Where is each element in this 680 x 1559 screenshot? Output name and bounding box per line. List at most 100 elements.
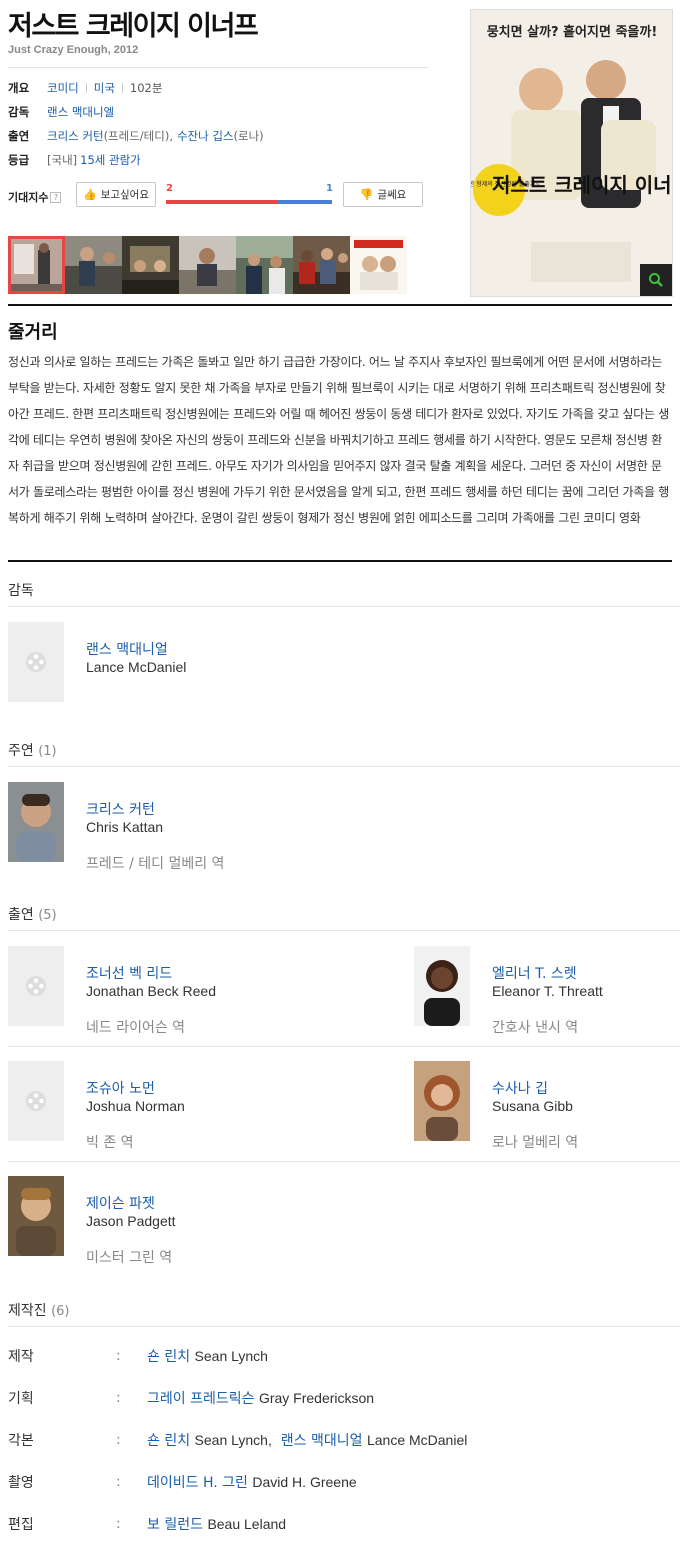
crew-name-link[interactable]: 숀 린치 [147,1433,190,1449]
thumbs-up-icon: 👍 [82,188,97,201]
crew-section-title: 제작진 (6) [8,1303,70,1319]
film-reel-icon [26,652,46,672]
crew-row: 촬영 : 데이비드 H. 그린 David H. Greene [8,1470,672,1494]
meh-button[interactable]: 👎 글쎄요 [343,182,423,207]
zoom-button[interactable] [640,264,672,296]
cast-link-1[interactable]: 크리스 커턴 [47,128,104,144]
separator [85,83,87,93]
crew-row: 편집 : 보 릴런드 Beau Leland [8,1512,672,1536]
help-icon[interactable]: ? [50,191,62,203]
expect-index: 기대지수 ? [8,189,62,205]
film-reel-icon [26,1091,46,1111]
support-card[interactable]: 제이슨 파젯 Jason Padgett 미스터 그린 역 [8,1176,308,1266]
crew-name-link[interactable]: 그레이 프레드릭슨 [147,1391,255,1407]
support-card[interactable]: 조너선 벡 리드 Jonathan Beck Reed 네드 라이어슨 역 [8,946,308,1036]
want-count: 2 [166,183,173,194]
support-card[interactable]: 수사나 깁 Susana Gibb 로나 멀베리 역 [414,1061,674,1151]
director-link[interactable]: 랜스 맥대니엘 [47,104,114,120]
cast-link-2[interactable]: 수잔나 깁스 [177,128,234,144]
crew-name-link[interactable]: 숀 린치 [147,1349,190,1365]
crew-row: 제작 : 숀 린치 Sean Lynch [8,1344,672,1368]
want-button[interactable]: 👍 보고싶어요 [76,182,156,207]
person-name[interactable]: 조너선 벡 리드 [86,963,172,983]
person-role: 로나 멀베리 역 [492,1135,579,1151]
still-thumbnail[interactable] [179,236,236,294]
meh-label: 글쎄요 [377,189,407,201]
crew-name-link[interactable]: 데이비드 H. 그린 [147,1475,248,1491]
crew-colon: : [116,1390,121,1406]
still-thumbnail[interactable] [122,236,179,294]
no-photo-placeholder [8,622,64,702]
crew-colon: : [116,1348,121,1364]
crew-label: 제작 [8,1349,34,1365]
divider [8,606,680,607]
film-reel-icon [26,976,46,996]
person-role: 미스터 그린 역 [86,1250,173,1266]
cast-label: 출연 [8,129,30,143]
person-role: 네드 라이어슨 역 [86,1020,186,1036]
crew-label: 편집 [8,1517,34,1533]
runtime: 102분 [129,81,163,95]
divider [8,1046,680,1047]
lead-section-title: 주연 (1) [8,743,57,759]
cast-role-2: (로나) [233,129,264,143]
person-name-en: Eleanor T. Threatt [492,983,603,999]
movie-poster[interactable]: 뭉치면 살까? 흩어지면 죽을까! 수상한 형제의 정신병원 탈출기~ 저스트 … [470,9,673,297]
person-photo [414,946,470,1026]
director-card[interactable]: 랜스 맥대니얼 Lance McDaniel [8,622,308,702]
person-name[interactable]: 엘리너 T. 스렛 [492,963,577,983]
search-icon [649,273,663,287]
movie-subtitle: Just Crazy Enough, 2012 [8,44,139,56]
crew-label: 촬영 [8,1475,34,1491]
person-name[interactable]: 제이슨 파젯 [86,1193,155,1213]
crew-row: 기획 : 그레이 프레드릭슨 Gray Frederickson [8,1386,672,1410]
person-photo [8,1176,64,1256]
rating-prefix: [국내] [47,153,78,167]
still-thumbnail[interactable] [236,236,293,294]
person-name[interactable]: 랜스 맥대니얼 [86,639,168,659]
cast-role-1: (프레드/테디) [103,129,170,143]
crew-count: (6) [51,1304,70,1319]
person-name-en: Lance McDaniel [86,659,187,675]
synopsis-text: 정신과 의사로 일하는 프레드는 가족은 돌봐고 일만 하기 급급한 가장이다.… [8,355,669,525]
director-label: 감독 [8,105,30,119]
section-divider [8,304,672,306]
still-thumbnail[interactable] [8,236,65,294]
country-link[interactable]: 미국 [94,80,115,96]
person-role: 프레드 / 테디 멀베리 역 [86,856,225,872]
still-gallery [8,236,407,294]
lead-card[interactable]: 크리스 커턴 Chris Kattan 프레드 / 테디 멀베리 역 [8,782,308,872]
want-bar [166,200,277,204]
person-name-en: Joshua Norman [86,1098,185,1114]
person-name-en: Chris Kattan [86,819,164,835]
poster-tagline: 뭉치면 살까? 흩어지면 죽을까! [487,24,658,40]
genre-link[interactable]: 코미디 [47,80,79,96]
synopsis-title: 줄거리 [8,322,58,343]
crew-colon: : [116,1474,121,1490]
divider [8,766,680,767]
lead-count: (1) [38,744,57,759]
poster-title: 저스트 크레이지 이너프 [492,173,673,197]
crew-colon: : [116,1432,121,1448]
overview-row: 개요 코미디 미국 102분 [8,76,428,100]
crew-name-link[interactable]: 보 릴런드 [147,1517,203,1533]
support-card[interactable]: 조슈아 노먼 Joshua Norman 빅 존 역 [8,1061,308,1151]
still-thumbnail[interactable] [65,236,122,294]
still-thumbnail[interactable] [350,236,407,294]
rating-link[interactable]: 15세 관람가 [80,152,141,168]
person-name[interactable]: 크리스 커턴 [86,799,155,819]
meh-count: 1 [326,183,333,194]
crew-name-link[interactable]: 랜스 맥대니얼 [281,1433,363,1449]
support-section-title: 출연 (5) [8,907,57,923]
crew-label: 기획 [8,1391,34,1407]
person-name[interactable]: 수사나 깁 [492,1078,548,1098]
divider [8,930,680,931]
thumbs-down-icon: 👎 [359,188,374,201]
support-card[interactable]: 엘리너 T. 스렛 Eleanor T. Threatt 간호사 낸시 역 [414,946,674,1036]
support-count: (5) [38,908,57,923]
crew-name-en: Sean Lynch [194,1348,268,1364]
director-row: 감독 랜스 맥대니엘 [8,100,428,124]
still-thumbnail[interactable] [293,236,350,294]
crew-colon: : [116,1516,121,1532]
person-name[interactable]: 조슈아 노먼 [86,1078,155,1098]
